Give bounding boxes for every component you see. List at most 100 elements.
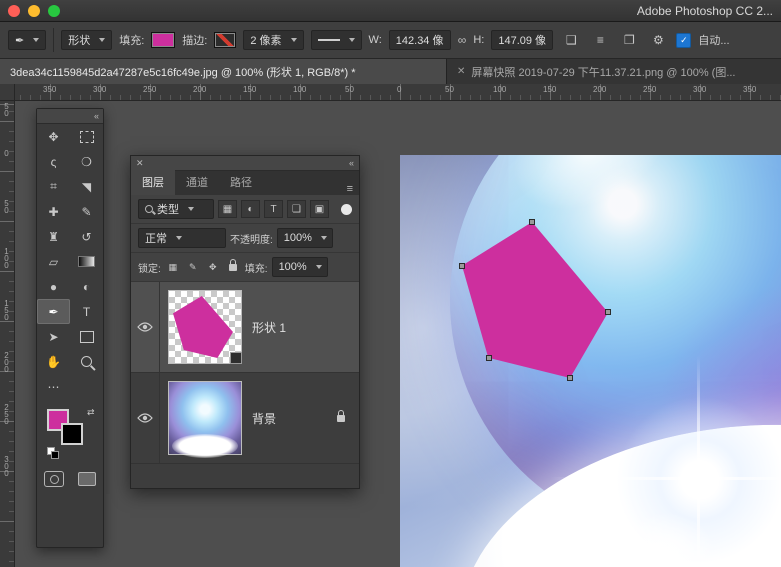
- dodge-icon: ◐: [82, 279, 91, 294]
- document-tab-active[interactable]: 3dea34c1159845d2a47287e5c16fc49e.jpg @ 1…: [0, 59, 446, 84]
- fullscreen-window-button[interactable]: [48, 4, 60, 17]
- brush-tool[interactable]: ✎: [70, 199, 103, 224]
- type-tool[interactable]: T: [70, 299, 103, 324]
- ruler-origin[interactable]: [0, 84, 15, 101]
- auto-select-checkbox[interactable]: ✓: [676, 32, 692, 48]
- photoshop-window: Adobe Photoshop CC 2... ✒ 形状 填充: 描边: 2 像…: [0, 0, 781, 567]
- lasso-tool[interactable]: ς: [37, 149, 70, 174]
- eraser-tool[interactable]: ▱: [37, 249, 70, 274]
- lock-icon: [228, 258, 237, 271]
- document-tab-inactive[interactable]: ✕ 屏幕快照 2019-07-29 下午11.37.21.png @ 100% …: [446, 59, 781, 84]
- tab-channels[interactable]: 通道: [175, 170, 219, 195]
- path-alignment-button[interactable]: ≡: [589, 30, 611, 50]
- filter-type-select[interactable]: 类型: [138, 199, 214, 219]
- healing-brush-tool[interactable]: ✚: [37, 199, 70, 224]
- tool-preset-picker[interactable]: ✒: [8, 30, 47, 50]
- more-tools-button[interactable]: ⋯: [37, 374, 70, 399]
- fill-opacity-label: 填充:: [244, 263, 268, 275]
- collapse-panel-icon[interactable]: «: [349, 158, 354, 168]
- background-color-swatch[interactable]: [61, 423, 83, 445]
- dodge-tool[interactable]: ◐: [70, 274, 103, 299]
- gradient-tool[interactable]: [70, 249, 103, 274]
- history-brush-tool[interactable]: ↺: [70, 224, 103, 249]
- path-operations-button[interactable]: ❑: [560, 30, 582, 50]
- swap-colors-icon[interactable]: ⇄: [87, 407, 95, 418]
- default-colors-icon[interactable]: [47, 447, 59, 459]
- clone-stamp-tool[interactable]: ♜: [37, 224, 70, 249]
- titlebar: Adobe Photoshop CC 2...: [0, 0, 781, 22]
- marquee-icon: [79, 130, 94, 143]
- path-select-tool[interactable]: ➤: [37, 324, 70, 349]
- hand-tool[interactable]: ✋: [37, 349, 70, 374]
- anchor-handle[interactable]: [486, 355, 492, 361]
- move-tool[interactable]: ✥: [37, 124, 70, 149]
- opacity-select[interactable]: 100%: [276, 228, 333, 248]
- shape-height-input[interactable]: 147.09 像: [491, 30, 554, 50]
- layer-thumbnail-shape[interactable]: [168, 290, 242, 364]
- document-canvas[interactable]: [400, 155, 781, 567]
- eyedropper-tool[interactable]: ◥: [70, 174, 103, 199]
- anchor-handle[interactable]: [567, 375, 573, 381]
- pen-tool[interactable]: ✒: [37, 299, 70, 324]
- ruler-number: 200: [193, 85, 207, 94]
- history-brush-icon: ↺: [81, 229, 92, 244]
- stroke-width-select[interactable]: 2 像素: [243, 30, 304, 50]
- shape-width-input[interactable]: 142.34 像: [388, 30, 451, 50]
- layer-row-background[interactable]: 背景: [131, 373, 359, 464]
- horizontal-ruler[interactable]: 350 300 250 200 150 100 50 0 50 100 150 …: [0, 84, 781, 101]
- close-window-button[interactable]: [8, 4, 20, 17]
- healing-brush-icon: ✚: [48, 204, 59, 219]
- stroke-color-swatch[interactable]: [214, 32, 237, 48]
- tool-mode-select[interactable]: 形状: [61, 30, 113, 50]
- quick-select-tool[interactable]: ❍: [70, 149, 103, 174]
- visibility-toggle[interactable]: [131, 373, 160, 463]
- filter-adjustment-layers-button[interactable]: ◐: [241, 200, 260, 218]
- window-title: Adobe Photoshop CC 2...: [636, 3, 773, 18]
- filter-type-layers-button[interactable]: T: [264, 200, 283, 218]
- path-arrange-button[interactable]: ❐: [618, 30, 640, 50]
- gear-icon[interactable]: ⚙: [647, 30, 669, 50]
- crop-tool[interactable]: ⌗: [37, 174, 70, 199]
- lock-transparency-button[interactable]: ▦: [165, 259, 181, 275]
- layer-row-shape[interactable]: 形状 1: [131, 282, 359, 373]
- zoom-tool[interactable]: [70, 349, 103, 374]
- fill-opacity-select[interactable]: 100%: [271, 257, 328, 277]
- blur-tool[interactable]: ●: [37, 274, 70, 299]
- close-panel-icon[interactable]: ✕: [136, 158, 144, 169]
- rectangle-tool[interactable]: [70, 324, 103, 349]
- layers-panel-header[interactable]: ✕ «: [131, 156, 359, 171]
- anchor-handle[interactable]: [459, 263, 465, 269]
- quick-mask-button[interactable]: [44, 471, 64, 487]
- fill-color-swatch[interactable]: [151, 32, 176, 48]
- eraser-icon: ▱: [48, 254, 59, 269]
- tools-panel-header[interactable]: «: [37, 109, 103, 124]
- filter-smart-objects-button[interactable]: ▣: [310, 200, 329, 218]
- vertical-ruler[interactable]: 50 0 50 100 150 200 250 300: [0, 100, 15, 567]
- filter-shape-layers-button[interactable]: ❏: [287, 200, 306, 218]
- panel-menu-icon[interactable]: ≡: [341, 183, 359, 195]
- tab-layers[interactable]: 图层: [131, 170, 175, 195]
- ruler-number: 250: [643, 85, 657, 94]
- stroke-style-select[interactable]: [310, 30, 362, 50]
- lock-position-button[interactable]: ✥: [205, 259, 221, 275]
- screen-mode-button[interactable]: [78, 472, 96, 486]
- blend-mode-select[interactable]: 正常: [138, 228, 226, 248]
- anchor-handle[interactable]: [605, 309, 611, 315]
- minimize-window-button[interactable]: [28, 4, 40, 17]
- layer-thumbnail-background[interactable]: [168, 381, 242, 458]
- filter-pixel-layers-button[interactable]: ▦: [218, 200, 237, 218]
- move-icon: ✥: [48, 129, 59, 144]
- tab-label: 3dea34c1159845d2a47287e5c16fc49e.jpg @ 1…: [10, 66, 356, 79]
- ruler-number: 100: [493, 85, 507, 94]
- collapse-panel-icon[interactable]: «: [94, 111, 99, 121]
- filter-toggle[interactable]: [341, 203, 352, 215]
- link-dimensions-icon[interactable]: ∞: [458, 33, 467, 47]
- close-tab-icon[interactable]: ✕: [457, 66, 465, 77]
- path-select-icon: ➤: [48, 329, 59, 344]
- lock-pixels-button[interactable]: ✎: [185, 259, 201, 275]
- anchor-handle[interactable]: [529, 219, 535, 225]
- lock-all-button[interactable]: [225, 258, 241, 275]
- tab-paths[interactable]: 路径: [219, 170, 263, 195]
- visibility-toggle[interactable]: [131, 282, 160, 372]
- marquee-tool[interactable]: [70, 124, 103, 149]
